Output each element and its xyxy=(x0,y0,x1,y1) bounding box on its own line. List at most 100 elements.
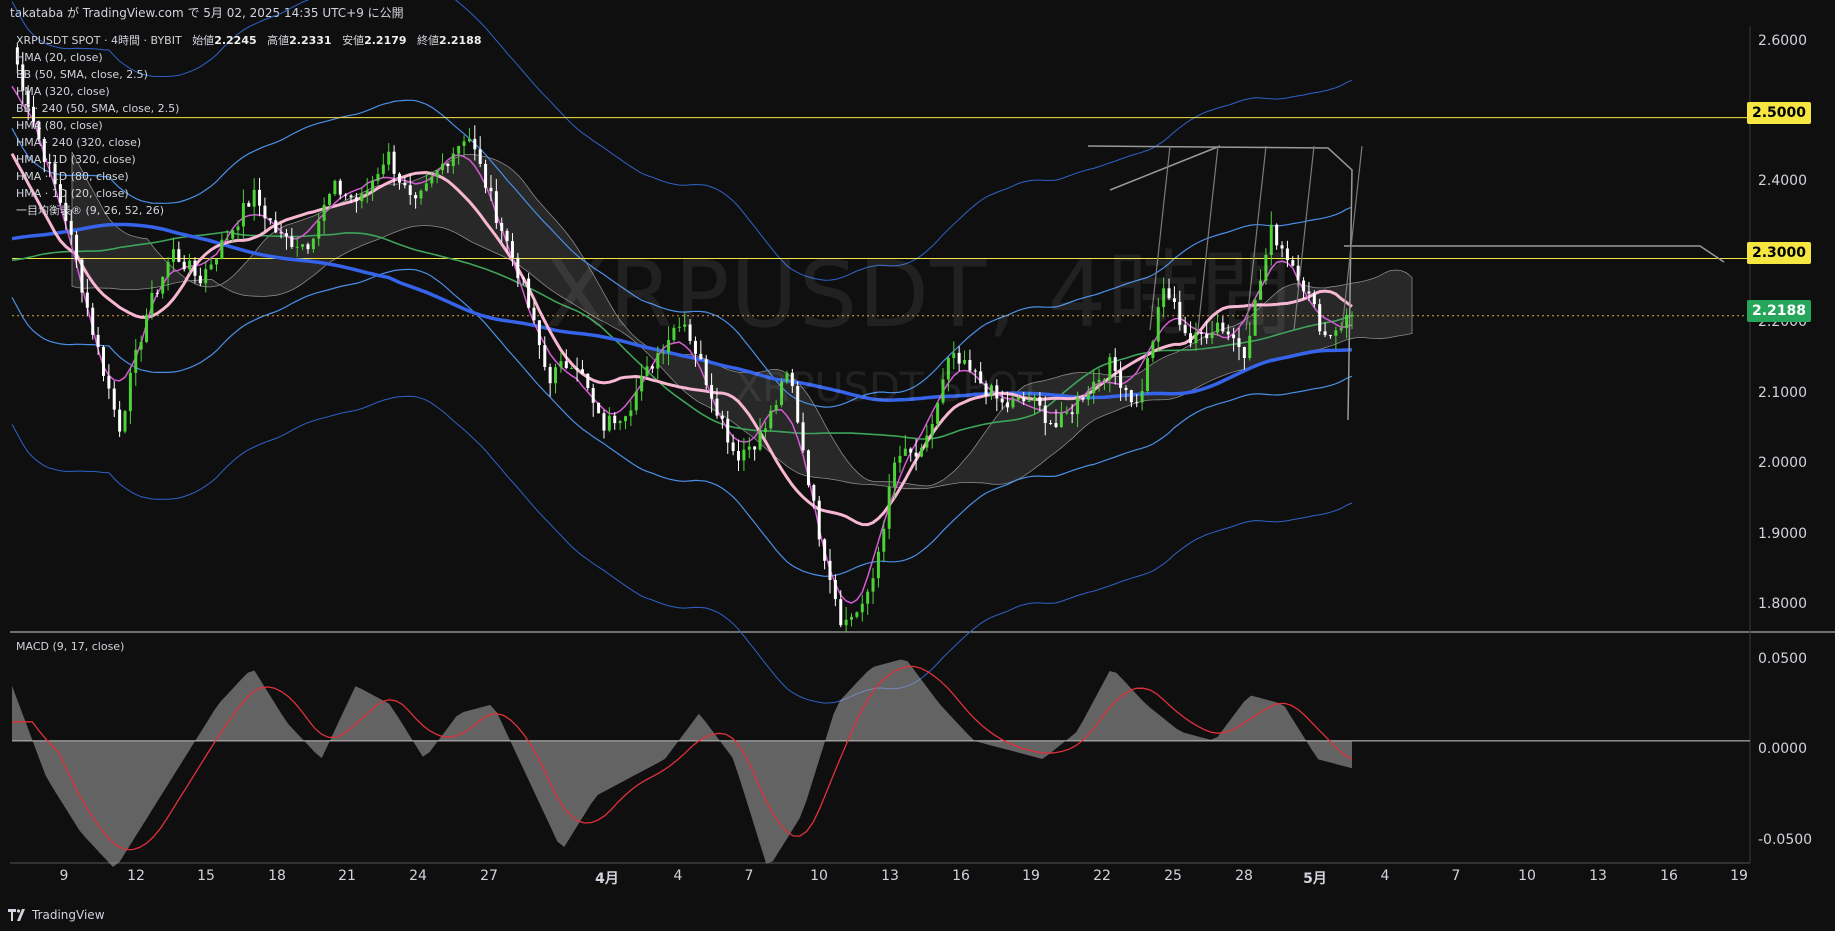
candle-body xyxy=(1345,315,1349,329)
candle-body xyxy=(554,367,558,384)
candle-body xyxy=(763,428,767,433)
candle-body xyxy=(161,276,165,294)
candle xyxy=(177,241,181,263)
candle-body xyxy=(80,259,84,293)
candle xyxy=(586,373,590,391)
macd-signal-line xyxy=(12,665,1353,851)
candle xyxy=(930,414,934,449)
candle xyxy=(591,383,595,417)
time-tick-month: 4月 xyxy=(595,871,619,887)
price-label: 1.8000 xyxy=(1758,596,1807,612)
candle-body xyxy=(650,366,654,369)
candle-body xyxy=(494,191,498,223)
candle-body xyxy=(1092,381,1096,394)
candle xyxy=(123,409,127,434)
candle xyxy=(537,320,541,359)
candle-body xyxy=(1108,357,1112,380)
candle-body xyxy=(1146,358,1150,392)
candle-body xyxy=(1086,393,1090,400)
candle-body xyxy=(193,260,197,276)
candle xyxy=(182,255,186,272)
last-price-tag[interactable]: 2.2188 xyxy=(1747,300,1811,322)
tradingview-footer[interactable]: TradingView xyxy=(8,905,105,925)
candle xyxy=(128,367,132,425)
indicator-hma-20[interactable]: HMA (20, close) xyxy=(16,49,482,66)
candle xyxy=(737,439,741,472)
candle-body xyxy=(311,238,315,250)
candle-body xyxy=(155,292,159,294)
time-tick: 10 xyxy=(810,868,828,884)
candle-body xyxy=(209,264,213,270)
candle xyxy=(204,260,208,293)
candle-body xyxy=(1140,391,1144,403)
time-tick-month: 5月 xyxy=(1303,871,1327,887)
time-tick: 19 xyxy=(1022,868,1040,884)
level-tag-2-5[interactable]: 2.5000 xyxy=(1747,102,1811,124)
indicator-hma-1d-80[interactable]: HMA · 1D (80, close) xyxy=(16,168,482,185)
candle xyxy=(166,256,170,291)
candle-body xyxy=(629,410,633,417)
candle-body xyxy=(204,269,208,284)
indicator-hma-1d-320[interactable]: HMA · 1D (320, close) xyxy=(16,151,482,168)
candle-body xyxy=(139,341,143,350)
price-label: 2.1000 xyxy=(1758,385,1807,401)
candle-body xyxy=(812,485,816,501)
symbol-line[interactable]: XRPUSDT SPOT · 4時間 · BYBIT xyxy=(16,34,182,47)
candle-body xyxy=(1113,357,1117,371)
indicator-hma-240-320[interactable]: HMA · 240 (320, close) xyxy=(16,134,482,151)
candle-body xyxy=(1135,402,1139,404)
price-label: 1.9000 xyxy=(1758,526,1807,542)
candle-body xyxy=(602,413,606,431)
indicator-hma-320[interactable]: HMA (320, close) xyxy=(16,83,482,100)
candle xyxy=(876,546,880,588)
candle-body xyxy=(742,449,746,461)
candle-body xyxy=(484,163,488,188)
indicator-hma-1d-20[interactable]: HMA · 1D (20, close) xyxy=(16,185,482,202)
time-tick: 15 xyxy=(197,868,215,884)
close-label: 終値 xyxy=(417,34,440,47)
indicator-bb-50[interactable]: BB (50, SMA, close, 2.5) xyxy=(16,66,482,83)
candle-body xyxy=(85,292,89,308)
candle xyxy=(1318,298,1322,335)
candle-body xyxy=(833,579,837,600)
candle xyxy=(898,445,902,473)
candle-body xyxy=(1065,412,1069,414)
candle-body xyxy=(96,334,100,347)
candle-body xyxy=(860,603,864,613)
time-axis[interactable]: 9 12 15 18 21 24 27 4月 4 7 10 13 16 19 2… xyxy=(0,868,1750,888)
low-value: 2.2179 xyxy=(364,34,407,47)
symbol-watermark: XRPUSDT, 4時間 xyxy=(545,241,1294,348)
candle-body xyxy=(101,346,105,376)
candle-body xyxy=(580,369,584,374)
candle xyxy=(618,419,622,431)
price-label: 2.4000 xyxy=(1758,173,1807,189)
projection-line xyxy=(1344,245,1725,263)
symbol-ohlc-row[interactable]: XRPUSDT SPOT · 4時間 · BYBIT 始値2.2245 高値2.… xyxy=(16,32,482,49)
candle xyxy=(91,303,95,340)
indicator-bb-240[interactable]: BB · 240 (50, SMA, close, 2.5) xyxy=(16,100,482,117)
candle xyxy=(118,401,122,437)
candle-body xyxy=(284,233,288,237)
indicator-ichimoku[interactable]: 一目均衡表® (9, 26, 52, 26) xyxy=(16,202,482,219)
candle xyxy=(925,424,929,452)
macd-title[interactable]: MACD (9, 17, close) xyxy=(16,640,124,653)
time-tick: 13 xyxy=(1589,868,1607,884)
candle-body xyxy=(150,292,154,315)
candle xyxy=(602,410,606,439)
candle-body xyxy=(828,560,832,580)
candle-body xyxy=(505,230,509,242)
candle-body xyxy=(887,486,891,529)
candle-body xyxy=(769,410,773,429)
time-tick: 18 xyxy=(268,868,286,884)
candle xyxy=(112,381,116,418)
candle-body xyxy=(220,239,224,260)
candle-body xyxy=(726,418,730,443)
candle-body xyxy=(656,353,660,369)
candle-body xyxy=(118,409,122,432)
level-tag-2-3[interactable]: 2.3000 xyxy=(1747,242,1811,264)
time-tick: 22 xyxy=(1093,868,1111,884)
indicator-hma-80[interactable]: HMA (80, close) xyxy=(16,117,482,134)
open-value: 2.2245 xyxy=(214,34,257,47)
candle-body xyxy=(823,539,827,561)
time-tick: 13 xyxy=(881,868,899,884)
